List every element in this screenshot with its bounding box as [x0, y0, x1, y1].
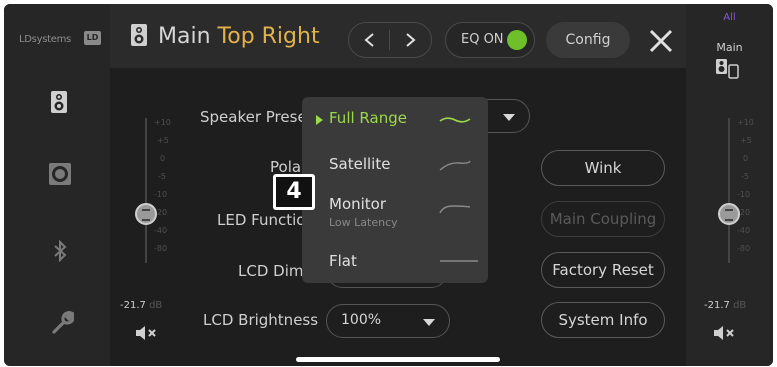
chevron-right-icon[interactable] — [403, 32, 417, 48]
app-window: LDsystems LD Main Top Right EQ ON Config… — [4, 4, 773, 366]
left-level-readout: -21.7 dB — [120, 300, 162, 311]
option-label: Full Range — [329, 109, 407, 127]
fader-tick: -5 — [741, 172, 749, 181]
right-level-unit: dB — [733, 300, 747, 311]
main-coupling-button-label: Main Coupling — [549, 210, 657, 228]
factory-reset-button-label: Factory Reset — [552, 261, 654, 279]
fader-tick: 0 — [160, 154, 166, 163]
chevron-down-icon — [503, 114, 515, 121]
annotation-badge-number: 4 — [276, 177, 312, 207]
fader-tick: -10 — [154, 190, 168, 199]
wrench-icon[interactable] — [50, 310, 74, 334]
close-icon[interactable] — [648, 28, 674, 54]
eq-toggle-label: EQ ON — [461, 32, 504, 47]
bluetooth-icon[interactable] — [53, 240, 67, 262]
chevron-down-icon — [423, 319, 435, 326]
eq-status-indicator — [507, 30, 527, 50]
title-main: Main — [158, 24, 211, 49]
option-label: Monitor — [329, 195, 387, 213]
system-info-button-label: System Info — [558, 311, 648, 329]
title-accent: Top Right — [217, 24, 320, 49]
right-fader-track — [728, 118, 730, 263]
right-fader-knob[interactable] — [718, 202, 740, 225]
fader-tick: -80 — [154, 244, 168, 253]
option-sublabel: Low Latency — [329, 216, 398, 229]
right-level-value: -21.7 — [704, 300, 730, 311]
left-fader-track — [145, 118, 147, 263]
nav-divider — [389, 30, 390, 50]
left-rail: LDsystems LD — [4, 4, 110, 366]
brand-logo-text: LD — [86, 33, 99, 42]
fader-tick: -5 — [158, 172, 166, 181]
eq-toggle[interactable]: EQ ON — [445, 22, 535, 58]
brand-name: LDsystems — [19, 34, 71, 45]
option-label: Satellite — [329, 155, 391, 173]
wink-button[interactable]: Wink — [541, 150, 665, 186]
eq-curve-full-range-icon — [439, 117, 471, 123]
lcd-brightness-select[interactable]: 100% — [326, 304, 450, 338]
eq-curve-satellite-icon — [439, 160, 471, 171]
left-fader-knob[interactable] — [135, 202, 157, 225]
fader-tick: +10 — [737, 118, 754, 127]
config-button-label: Config — [565, 32, 611, 48]
left-level-unit: dB — [149, 300, 163, 311]
chevron-left-icon[interactable] — [363, 32, 377, 48]
subwoofer-icon[interactable] — [48, 162, 72, 186]
speaker-cabinet-icon — [131, 24, 147, 46]
group-label[interactable]: All — [686, 12, 773, 23]
config-button[interactable]: Config — [546, 22, 630, 58]
mute-speaker-icon[interactable] — [134, 324, 158, 342]
right-rail: All Main +10 +5 0 -5 -10 -20 -40 -80 -21… — [686, 4, 773, 366]
speaker-preset-label: Speaker Prese — [200, 108, 307, 126]
dropdown-option-monitor[interactable]: Monitor Low Latency — [302, 189, 488, 235]
channel-nav — [348, 22, 432, 58]
linked-speakers-icon[interactable] — [715, 58, 739, 80]
wink-button-label: Wink — [584, 159, 622, 177]
lcd-brightness-value: 100% — [341, 312, 382, 328]
fader-tick: -40 — [154, 226, 168, 235]
option-label: Flat — [329, 252, 357, 270]
right-level-readout: -21.7 dB — [704, 300, 746, 311]
dropdown-option-full-range[interactable]: Full Range — [302, 97, 488, 143]
fader-tick: +5 — [740, 136, 752, 145]
main-coupling-button[interactable]: Main Coupling — [541, 201, 665, 237]
fader-tick: -40 — [737, 226, 751, 235]
fader-tick: -80 — [737, 244, 751, 253]
home-indicator[interactable] — [296, 357, 500, 362]
selected-arrow-icon — [316, 115, 323, 125]
dropdown-option-flat[interactable]: Flat — [302, 241, 488, 281]
factory-reset-button[interactable]: Factory Reset — [541, 252, 665, 288]
channel-label: Main — [716, 41, 743, 54]
annotation-badge: 4 — [273, 174, 315, 210]
lcd-brightness-label: LCD Brightness — [203, 311, 319, 329]
header-bar: Main Top Right EQ ON Config — [110, 4, 686, 68]
mute-speaker-icon[interactable] — [712, 324, 736, 342]
led-function-label: LED Functio — [217, 211, 306, 229]
system-info-button[interactable]: System Info — [541, 302, 665, 338]
left-level-value: -21.7 — [120, 300, 146, 311]
fader-tick: 0 — [743, 154, 749, 163]
eq-curve-flat-icon — [440, 260, 478, 262]
eq-curve-monitor-icon — [439, 205, 471, 214]
fader-tick: +10 — [154, 118, 171, 127]
fader-tick: -10 — [737, 190, 751, 199]
brand-logo: LD — [84, 31, 101, 45]
fader-tick: +5 — [157, 136, 169, 145]
page-title: Main Top Right — [158, 24, 320, 49]
speaker-preset-dropdown: Full Range Satellite Monitor Low Latency… — [302, 97, 488, 283]
speaker-cabinet-icon[interactable] — [50, 90, 68, 114]
dropdown-option-satellite[interactable]: Satellite — [302, 145, 488, 185]
